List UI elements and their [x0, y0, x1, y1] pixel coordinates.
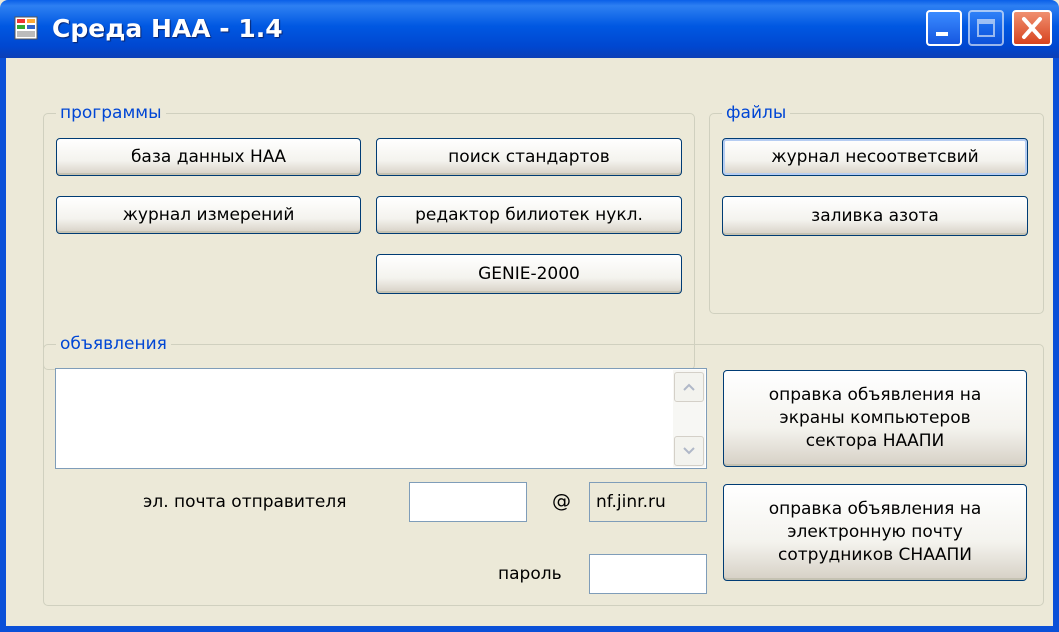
nitrogen-fill-button[interactable]: заливка азота [722, 196, 1028, 236]
files-legend: файлы [722, 103, 791, 123]
naa-database-button[interactable]: база данных НАА [56, 138, 361, 176]
nonconformity-log-button[interactable]: журнал несоответсвий [722, 138, 1028, 176]
genie-2000-button[interactable]: GENIE-2000 [376, 254, 682, 294]
announcement-scrollbar[interactable] [673, 370, 705, 467]
send-to-screens-button[interactable]: оправка объявления на экраны компьютеров… [723, 370, 1027, 467]
measurement-log-button[interactable]: журнал измерений [56, 196, 361, 234]
maximize-icon [977, 19, 995, 37]
send-to-email-button[interactable]: оправка объявления на электронную почту … [723, 484, 1027, 581]
scroll-up-button[interactable] [674, 372, 704, 402]
at-sign: @ [552, 490, 571, 512]
window-title: Среда НАА - 1.4 [52, 14, 283, 43]
close-button[interactable] [1012, 10, 1052, 46]
standards-search-button[interactable]: поиск стандартов [376, 138, 682, 176]
window-frame-right [1053, 58, 1059, 632]
email-domain-field: nf.jinr.ru [589, 482, 707, 522]
announcement-text-area[interactable] [55, 368, 707, 469]
title-bar[interactable]: Среда НАА - 1.4 [0, 0, 1059, 58]
minimize-button[interactable] [926, 10, 962, 46]
app-icon [14, 16, 38, 40]
sender-email-input[interactable] [409, 482, 527, 522]
programs-legend: программы [56, 103, 166, 123]
chevron-up-icon [683, 383, 695, 391]
nuclide-library-editor-button[interactable]: редактор билиотек нукл. [376, 196, 682, 234]
password-input[interactable] [589, 554, 707, 594]
close-icon [1022, 17, 1042, 39]
sender-email-label: эл. почта отправителя [143, 492, 347, 512]
minimize-icon [936, 32, 948, 36]
app-window: Среда НАА - 1.4 программы база данных НА… [0, 0, 1059, 632]
password-label: пароль [498, 564, 562, 584]
chevron-down-icon [683, 447, 695, 455]
maximize-button[interactable] [968, 10, 1004, 46]
announcements-legend: объявления [56, 334, 171, 354]
client-area: программы база данных НАА поиск стандарт… [6, 58, 1053, 628]
scroll-down-button[interactable] [674, 436, 704, 466]
